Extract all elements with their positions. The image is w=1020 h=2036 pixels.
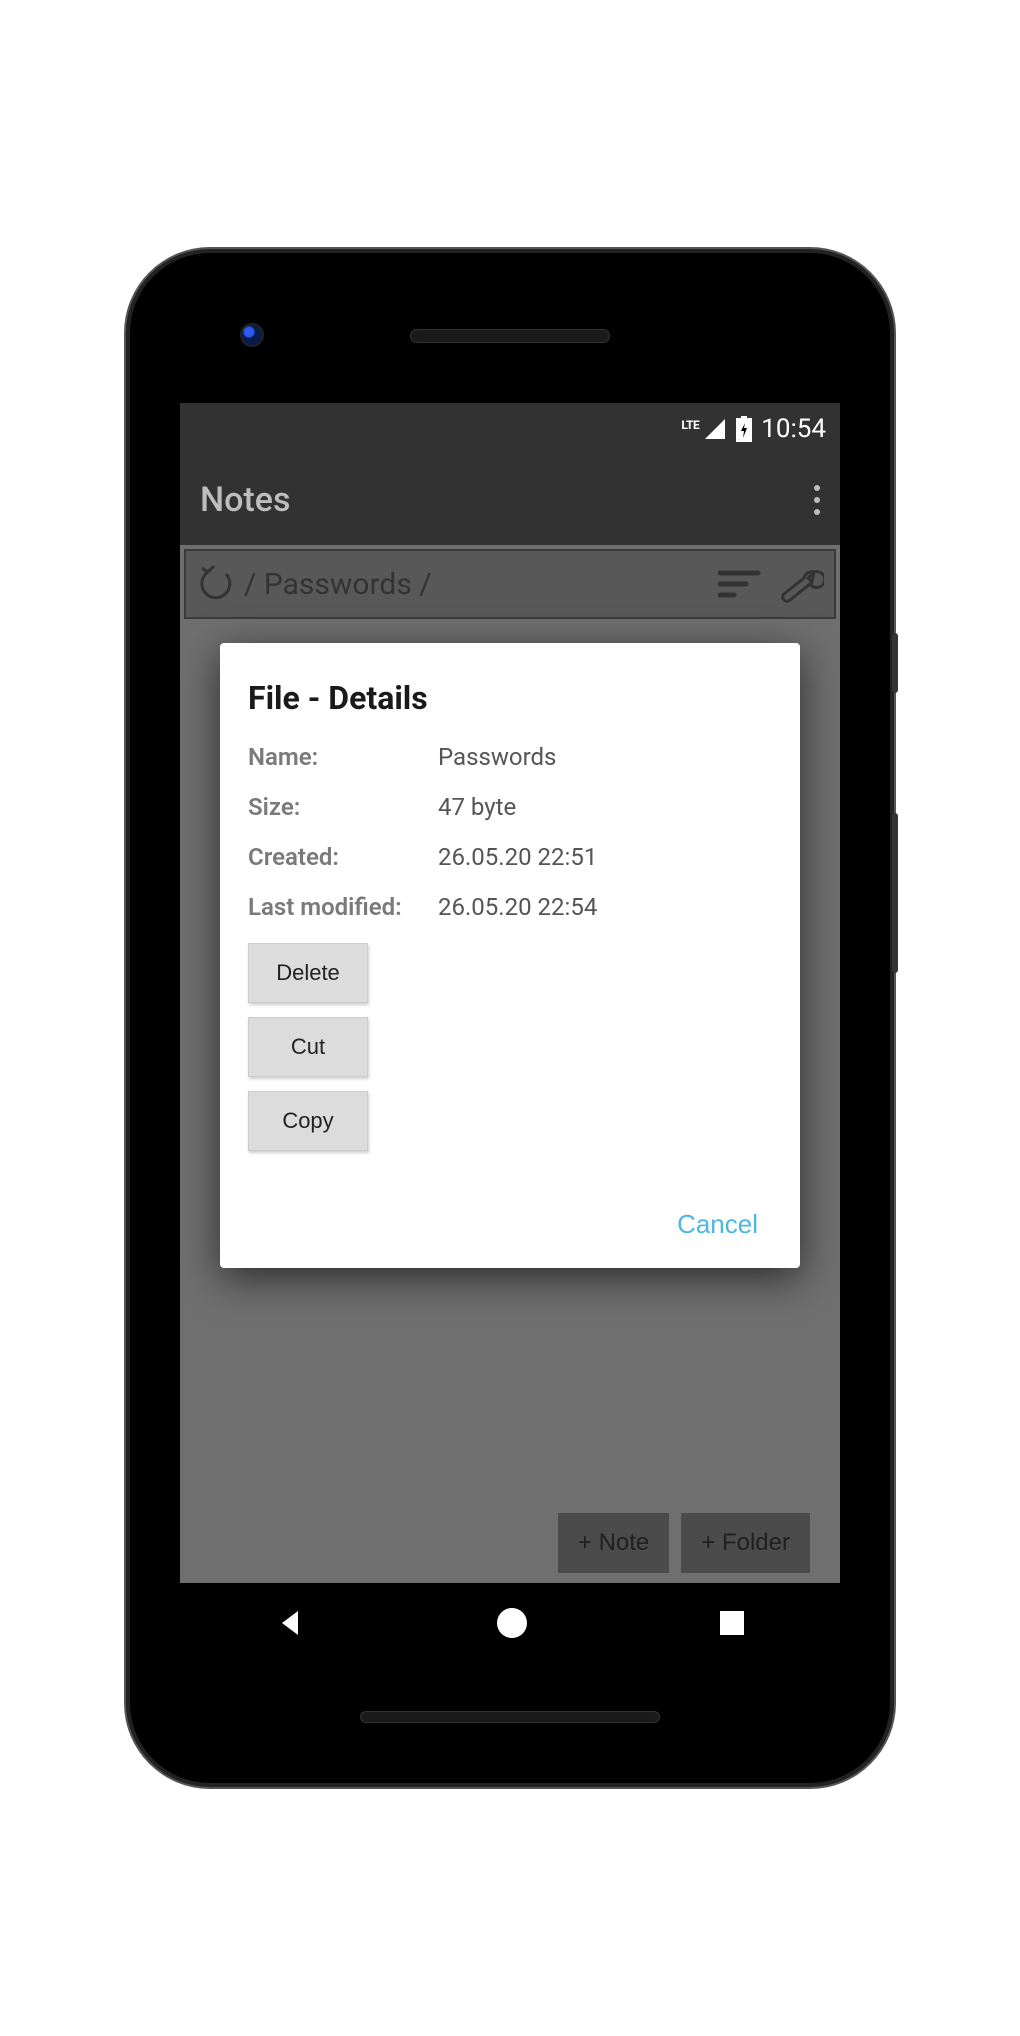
detail-row-name: Name: Passwords [248, 743, 772, 771]
value-modified: 26.05.20 22:54 [438, 893, 597, 921]
file-details-dialog: File - Details Name: Passwords Size: 47 … [220, 643, 800, 1268]
phone-frame: LTE 10:54 Notes / Passwords / [130, 253, 890, 1783]
label-modified: Last modified: [248, 893, 438, 921]
label-size: Size: [248, 793, 438, 821]
value-name: Passwords [438, 743, 556, 771]
detail-row-size: Size: 47 byte [248, 793, 772, 821]
cut-button[interactable]: Cut [248, 1017, 368, 1077]
value-size: 47 byte [438, 793, 516, 821]
label-name: Name: [248, 743, 438, 771]
dialog-title: File - Details [248, 679, 772, 717]
delete-button[interactable]: Delete [248, 943, 368, 1003]
label-created: Created: [248, 843, 438, 871]
copy-button[interactable]: Copy [248, 1091, 368, 1151]
cancel-button[interactable]: Cancel [663, 1201, 772, 1248]
value-created: 26.05.20 22:51 [438, 843, 597, 871]
dialog-scrim: File - Details Name: Passwords Size: 47 … [180, 403, 840, 1663]
detail-row-modified: Last modified: 26.05.20 22:54 [248, 893, 772, 921]
detail-row-created: Created: 26.05.20 22:51 [248, 843, 772, 871]
screen: LTE 10:54 Notes / Passwords / [180, 403, 840, 1663]
